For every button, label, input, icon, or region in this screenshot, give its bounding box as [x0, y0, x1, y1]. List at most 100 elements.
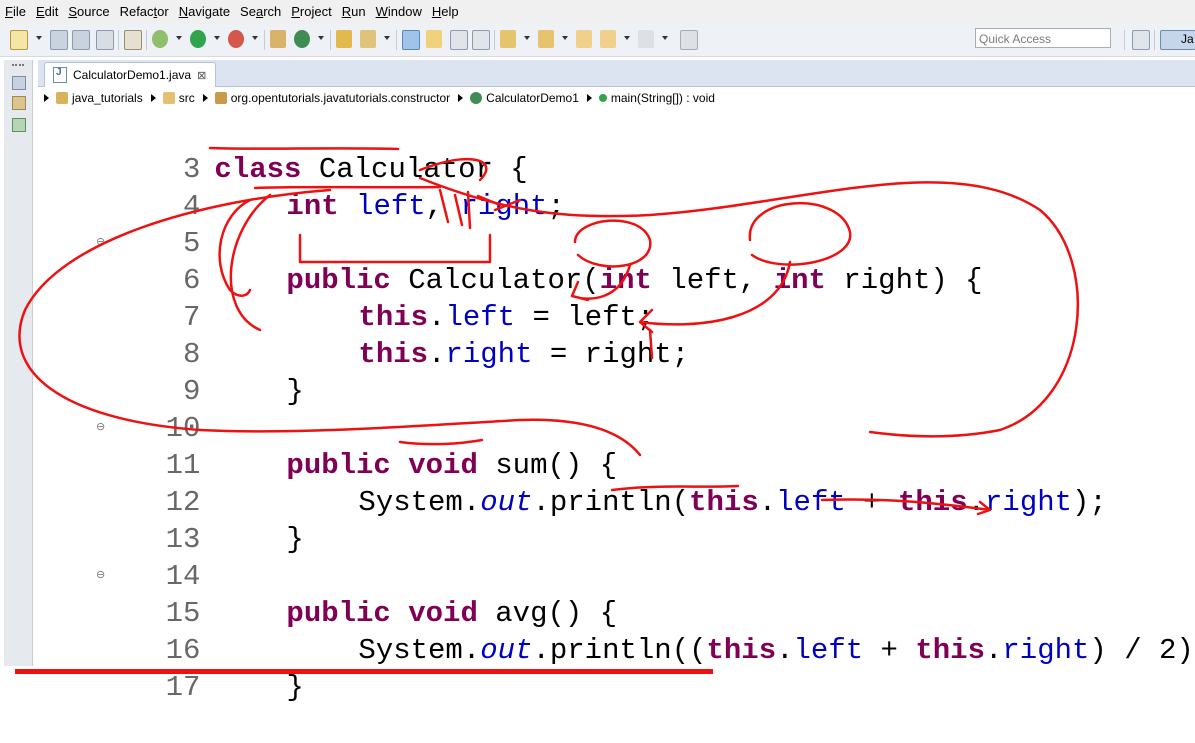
save-all-icon[interactable]: [72, 30, 90, 50]
menu-search[interactable]: Search: [235, 0, 286, 24]
keyword: int: [773, 264, 826, 297]
code-text: System.: [358, 634, 481, 667]
code-line: 6 public Calculator(int left, int right) …: [38, 225, 983, 297]
skip-breakpoints-icon[interactable]: [124, 30, 142, 50]
breadcrumb-item-project[interactable]: java_tutorials: [56, 91, 143, 105]
run-icon[interactable]: [190, 30, 206, 48]
previous-annotation-icon[interactable]: [538, 30, 554, 48]
menu-refactor[interactable]: Refactor: [115, 0, 174, 24]
previous-annotation-dropdown-icon[interactable]: [562, 36, 568, 40]
quick-access-input[interactable]: Quick Access: [975, 28, 1111, 48]
debug-dropdown-icon[interactable]: [176, 36, 182, 40]
field-name: right: [460, 190, 548, 223]
source-folder-icon: [162, 92, 175, 104]
block-selection-icon[interactable]: [450, 30, 468, 50]
forward-icon[interactable]: [638, 30, 654, 48]
chevron-right-icon: [44, 94, 49, 102]
editor-tab-calculatordemo1[interactable]: CalculatorDemo1.java ⊠: [44, 62, 216, 87]
chevron-right-icon: [202, 94, 208, 102]
code-text: }: [286, 523, 304, 556]
open-type-icon[interactable]: [336, 30, 352, 48]
new-dropdown-icon[interactable]: [36, 36, 42, 40]
external-tools-dropdown-icon[interactable]: [252, 36, 258, 40]
open-perspective-icon[interactable]: [1132, 30, 1150, 50]
menu-edit[interactable]: Edit: [31, 0, 63, 24]
toolbar-separator: [396, 30, 397, 50]
code-text: .: [758, 486, 777, 519]
code-editor[interactable]: 3 class Calculator { 4 int left, right; 5 …: [38, 114, 1195, 704]
package-explorer-icon[interactable]: [12, 96, 26, 110]
code-line: 13}: [38, 484, 304, 556]
code-text: left,: [651, 264, 774, 297]
menu-window[interactable]: Window: [371, 0, 427, 24]
field-name: right: [445, 338, 533, 371]
java-file-icon: [53, 67, 67, 83]
forward-dropdown-icon[interactable]: [662, 36, 668, 40]
print-icon[interactable]: [96, 30, 114, 50]
last-edit-location-icon[interactable]: [576, 30, 592, 48]
fold-icon[interactable]: ⊖: [96, 235, 105, 249]
menu-help[interactable]: Help: [427, 0, 464, 24]
project-icon: [56, 92, 68, 104]
line-number: 17: [165, 671, 201, 704]
close-icon[interactable]: ⊠: [197, 69, 206, 82]
back-icon[interactable]: [600, 30, 616, 48]
new-java-package-icon[interactable]: [270, 30, 286, 48]
menu-run[interactable]: Run: [337, 0, 371, 24]
static-field: out: [480, 634, 533, 667]
toggle-mark-occurrences-icon[interactable]: [402, 30, 420, 50]
search-icon[interactable]: [360, 30, 376, 48]
code-line: 11 public void sum() {: [38, 410, 618, 482]
fold-icon[interactable]: ⊖: [96, 420, 105, 434]
toolbar-separator: [494, 30, 495, 50]
type-hierarchy-icon[interactable]: [12, 118, 26, 132]
next-annotation-icon[interactable]: [500, 30, 516, 48]
code-text: .println(: [532, 486, 690, 519]
perspective-label: Ja: [1181, 32, 1194, 46]
drag-handle-icon[interactable]: [12, 64, 24, 69]
debug-icon[interactable]: [152, 30, 168, 48]
run-dropdown-icon[interactable]: [214, 36, 220, 40]
menu-navigate[interactable]: Navigate: [174, 0, 235, 24]
code-line: 3 class Calculator {: [38, 114, 528, 186]
code-text: right) {: [825, 264, 983, 297]
menu-project[interactable]: Project: [286, 0, 336, 24]
code-text: ) / 2);: [1089, 634, 1195, 667]
external-tools-icon[interactable]: [228, 30, 244, 48]
toolbar-separator: [264, 30, 265, 50]
code-text: );: [1072, 486, 1107, 519]
breadcrumb-item-src[interactable]: src: [162, 91, 195, 105]
keyword: this: [358, 338, 429, 371]
code-text: ;: [547, 190, 565, 223]
breadcrumb-item-package[interactable]: org.opentutorials.javatutorials.construc…: [214, 91, 450, 105]
menu-source[interactable]: Source: [63, 0, 114, 24]
java-perspective-button[interactable]: Ja: [1160, 30, 1195, 50]
field-name: left: [776, 486, 846, 519]
toggle-highlight-icon[interactable]: [426, 30, 442, 48]
save-icon[interactable]: [50, 30, 68, 50]
breadcrumb-item-method[interactable]: main(String[]) : void: [598, 91, 715, 105]
new-java-class-icon[interactable]: [294, 30, 310, 48]
toolbar-separator: [146, 30, 147, 50]
pin-editor-icon[interactable]: [680, 30, 698, 50]
code-text: }: [286, 375, 304, 408]
keyword: this: [915, 634, 985, 667]
fold-icon[interactable]: ⊖: [96, 568, 105, 582]
field-name: right: [985, 486, 1073, 519]
new-class-dropdown-icon[interactable]: [318, 36, 324, 40]
chevron-right-icon: [458, 94, 464, 102]
next-annotation-dropdown-icon[interactable]: [524, 36, 530, 40]
back-dropdown-icon[interactable]: [624, 36, 630, 40]
code-line: 4 int left, right;: [38, 151, 565, 223]
search-dropdown-icon[interactable]: [384, 36, 390, 40]
menu-file[interactable]: File: [0, 0, 31, 24]
code-line: 5: [38, 188, 200, 260]
show-whitespace-icon[interactable]: [472, 30, 490, 50]
progress-bar: [15, 669, 713, 674]
breadcrumb-item-class[interactable]: CalculatorDemo1: [470, 91, 579, 105]
new-icon[interactable]: [10, 30, 28, 50]
code-line: 10: [38, 373, 201, 445]
restore-icon[interactable]: [12, 76, 26, 90]
breadcrumb: java_tutorials src org.opentutorials.jav…: [38, 87, 1195, 109]
